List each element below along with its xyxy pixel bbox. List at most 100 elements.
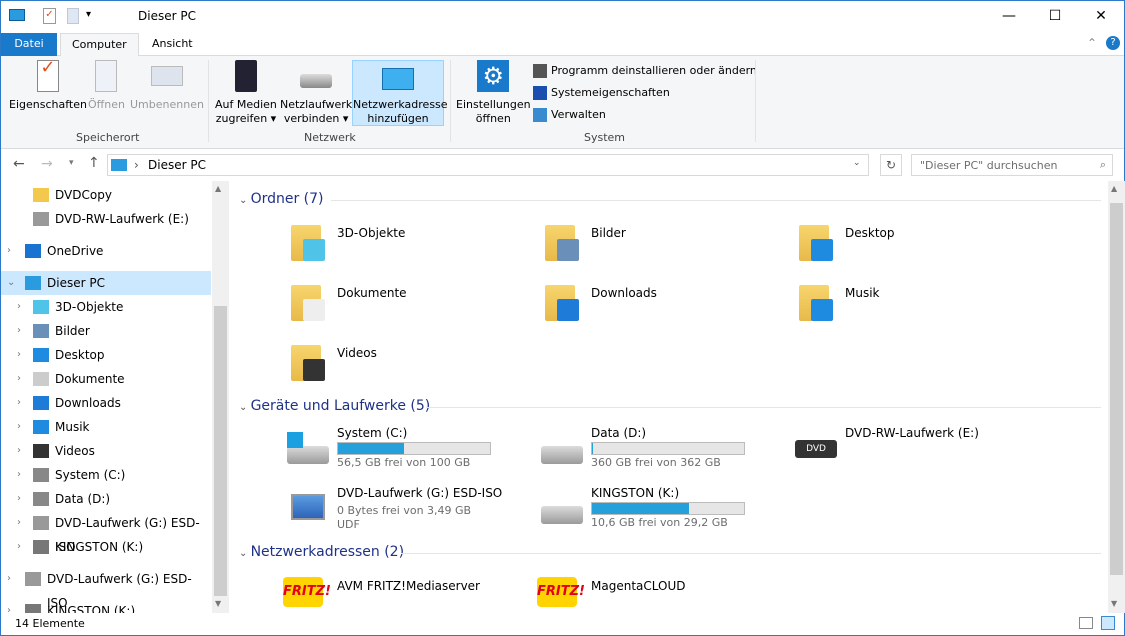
netzwerkadresse-hinzufuegen-button[interactable]: Netzwerkadresse hinzufügen xyxy=(352,60,448,126)
expand-chevron-icon[interactable]: › xyxy=(17,391,21,415)
nav-item[interactable]: › DVD-Laufwerk (G:) ESD-ISO xyxy=(1,511,211,554)
usb-drive-icon xyxy=(33,540,49,554)
search-input[interactable]: "Dieser PC" durchsuchen ⌕ xyxy=(911,154,1113,176)
programm-deinstallieren-button[interactable]: Programm deinstallieren oder ändern xyxy=(533,64,757,78)
expand-chevron-icon[interactable]: › xyxy=(17,535,21,559)
folder-item[interactable]: Desktop xyxy=(799,221,1039,269)
label: Verwalten xyxy=(551,108,606,121)
folder-item[interactable]: Videos xyxy=(291,341,531,389)
label: Netzwerkadressen (2) xyxy=(250,544,405,560)
content-scrollbar[interactable]: ▲ ▼ xyxy=(1108,181,1125,613)
large-icons-view-icon[interactable] xyxy=(1101,616,1115,630)
expand-chevron-icon[interactable]: › xyxy=(17,295,21,319)
dvd-drive-icon: DVD xyxy=(795,440,837,458)
nav-item[interactable]: › Desktop xyxy=(1,343,211,367)
systemeigenschaften-button[interactable]: Systemeigenschaften xyxy=(533,86,670,100)
expand-chevron-icon[interactable]: › xyxy=(17,439,21,463)
label: hinzufügen xyxy=(367,112,429,125)
nav-item-label: Desktop xyxy=(55,348,105,362)
folder-item[interactable]: Musik xyxy=(799,281,1039,329)
new-folder-icon[interactable] xyxy=(67,8,79,24)
nav-item[interactable]: › 3D-Objekte xyxy=(1,295,211,319)
minimize-button[interactable]: — xyxy=(986,1,1032,31)
expand-chevron-icon[interactable]: › xyxy=(7,599,11,613)
tab-computer[interactable]: Computer xyxy=(60,33,139,57)
nav-item[interactable]: › OneDrive xyxy=(1,239,211,263)
expand-chevron-icon[interactable]: › xyxy=(17,511,21,535)
einstellungen-oeffnen-button[interactable]: ⚙ Einstellungen öffnen xyxy=(456,60,531,126)
expand-chevron-icon[interactable]: › xyxy=(17,343,21,367)
eigenschaften-button[interactable]: ✓ Eigenschaften xyxy=(9,59,87,112)
folder-item[interactable]: Downloads xyxy=(545,281,785,329)
refresh-button[interactable]: ↻ xyxy=(880,154,902,176)
folder-item[interactable]: 3D-Objekte xyxy=(291,221,531,269)
properties-icon[interactable]: ✓ xyxy=(43,8,56,24)
network-location-item[interactable]: FRITZ! MagentaCLOUD xyxy=(537,577,777,613)
system-drive-icon xyxy=(287,432,329,464)
folder-item[interactable]: Dokumente xyxy=(291,281,531,329)
nav-item[interactable]: › KINGSTON (K:) xyxy=(1,599,211,613)
expand-chevron-icon[interactable]: › xyxy=(17,463,21,487)
expand-chevron-icon[interactable]: › xyxy=(17,415,21,439)
netzlaufwerk-verbinden-button[interactable]: Netzlaufwerk verbinden ▾ xyxy=(280,60,352,126)
folder-item[interactable]: Bilder xyxy=(545,221,785,269)
help-icon[interactable]: ? xyxy=(1106,36,1120,50)
expand-chevron-icon[interactable]: › xyxy=(17,367,21,391)
open-icon xyxy=(95,60,118,92)
address-dropdown-icon[interactable]: ⌄ xyxy=(853,158,861,168)
verwalten-button[interactable]: Verwalten xyxy=(533,108,606,122)
content-pane: ⌄ Ordner (7) ⌄ Geräte und Laufwerke (5) … xyxy=(231,181,1108,613)
section-header-drives[interactable]: ⌄ Geräte und Laufwerke (5) xyxy=(239,398,430,414)
recent-locations-icon[interactable]: ▾ xyxy=(69,158,74,168)
up-button[interactable]: ↑ xyxy=(88,155,100,171)
nav-scrollbar-thumb[interactable] xyxy=(214,306,227,596)
nav-item[interactable]: DVD-RW-Laufwerk (E:) xyxy=(1,207,211,231)
drive-usage-fill xyxy=(592,443,593,454)
auf-medien-zugreifen-button[interactable]: Auf Medien zugreifen ▾ xyxy=(215,60,277,126)
nav-item[interactable]: › DVD-Laufwerk (G:) ESD-ISO xyxy=(1,567,211,610)
nav-item[interactable]: › KINGSTON (K:) xyxy=(1,535,211,559)
drive-item[interactable]: DVD-Laufwerk (G:) ESD-ISO 0 Bytes frei vo… xyxy=(287,486,527,542)
network-location-item[interactable]: FRITZ! AVM FRITZ!Mediaserver xyxy=(283,577,523,613)
onedrive-icon xyxy=(25,244,41,258)
tab-ansicht[interactable]: Ansicht xyxy=(141,33,204,56)
pictures-icon xyxy=(33,324,49,338)
nav-item[interactable]: › Data (D:) xyxy=(1,487,211,511)
collapse-chevron-icon[interactable]: ⌄ xyxy=(7,271,15,295)
expand-chevron-icon[interactable]: › xyxy=(17,319,21,343)
nav-item[interactable]: › Downloads xyxy=(1,391,211,415)
close-button[interactable]: ✕ xyxy=(1078,1,1124,31)
folder-overlay-icon xyxy=(557,239,579,261)
section-header-network[interactable]: ⌄ Netzwerkadressen (2) xyxy=(239,544,404,560)
address-bar[interactable]: › Dieser PC ⌄ xyxy=(107,154,869,176)
nav-item[interactable]: ⌄ Dieser PC xyxy=(1,271,211,295)
drive-item[interactable]: System (C:) 56,5 GB frei von 100 GB xyxy=(287,426,527,482)
content-scrollbar-thumb[interactable] xyxy=(1110,203,1123,575)
quick-access-dropdown-icon[interactable]: ▾ xyxy=(86,9,91,20)
nav-item[interactable]: › Dokumente xyxy=(1,367,211,391)
expand-chevron-icon[interactable]: › xyxy=(17,487,21,511)
section-header-ordner[interactable]: ⌄ Ordner (7) xyxy=(239,191,324,207)
collapse-ribbon-icon[interactable]: ⌃ xyxy=(1087,36,1097,50)
drive-item[interactable]: Data (D:) 360 GB frei von 362 GB xyxy=(541,426,781,482)
umbenennen-button[interactable]: Umbenennen xyxy=(130,60,204,112)
nav-item[interactable]: › Bilder xyxy=(1,319,211,343)
properties-icon: ✓ xyxy=(36,59,59,92)
nav-item[interactable]: › Musik xyxy=(1,415,211,439)
breadcrumb[interactable]: Dieser PC xyxy=(148,158,206,172)
drive-item[interactable]: KINGSTON (K:) 10,6 GB frei von 29,2 GB xyxy=(541,486,781,542)
nav-item[interactable]: › System (C:) xyxy=(1,463,211,487)
nav-scrollbar[interactable]: ▲ ▼ xyxy=(212,181,229,613)
details-view-icon[interactable] xyxy=(1079,617,1093,629)
forward-button[interactable]: → xyxy=(41,156,53,172)
expand-chevron-icon[interactable]: › xyxy=(7,239,11,263)
expand-chevron-icon[interactable]: › xyxy=(7,567,11,591)
nav-item[interactable]: › Videos xyxy=(1,439,211,463)
back-button[interactable]: ← xyxy=(13,156,25,172)
drive-item[interactable]: DVD DVD-RW-Laufwerk (E:) xyxy=(795,426,1035,482)
tab-datei[interactable]: Datei xyxy=(1,33,57,56)
oeffnen-button[interactable]: Öffnen xyxy=(88,60,125,112)
nav-item-label: Videos xyxy=(55,444,95,458)
nav-item[interactable]: DVDCopy xyxy=(1,183,211,207)
maximize-button[interactable]: ☐ xyxy=(1032,1,1078,31)
